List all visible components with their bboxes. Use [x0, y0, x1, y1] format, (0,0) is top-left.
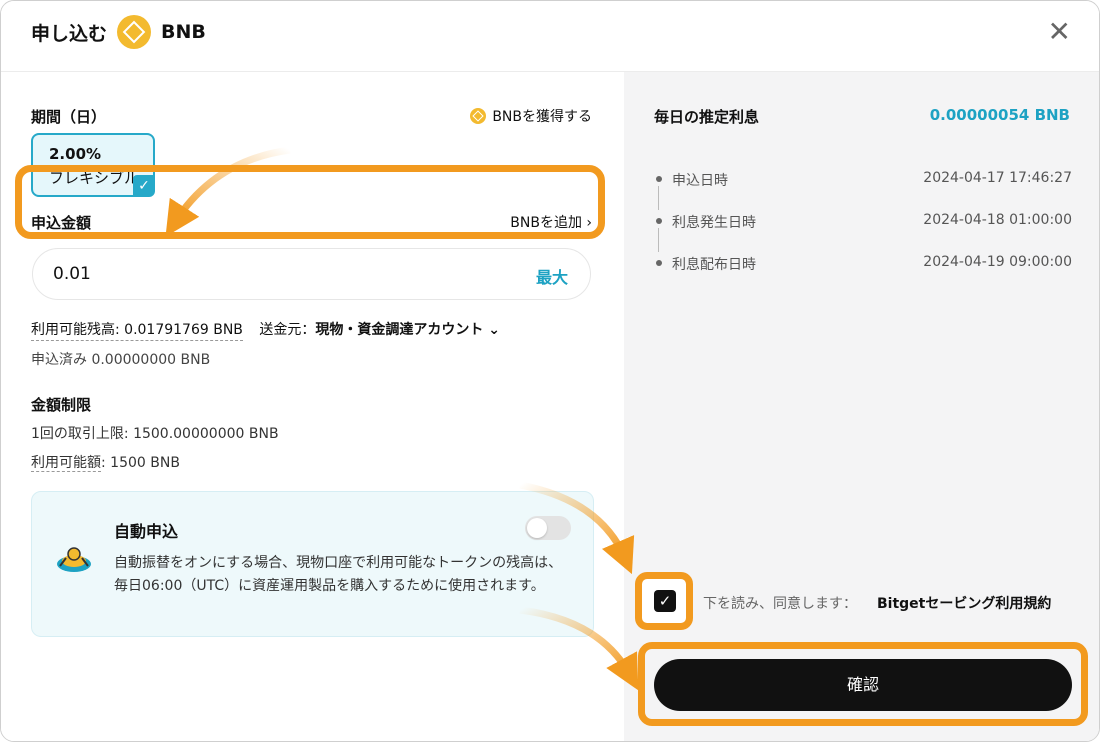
estimated-interest-label: 毎日の推定利息: [654, 108, 760, 126]
timeline-date: 2024-04-18 01:00:00: [923, 212, 1072, 228]
timeline-label: 申込日時: [672, 173, 728, 189]
earn-link-label: BNBを獲得する: [492, 109, 592, 125]
timeline: 申込日時 2024-04-17 17:46:27 利息発生日時 2024-04-…: [654, 170, 1072, 296]
balance-line: 利用可能残高: 0.01791769 BNB 送金元：現物・資金調達アカウント …: [31, 319, 500, 341]
auto-subscribe-card: 自動申込 自動振替をオンにする場合、現物口座で利用可能なトークンの残高は、毎日0…: [31, 491, 594, 637]
limits-title: 金額制限: [31, 396, 92, 414]
limit-per-transaction: 1回の取引上限: 1500.00000000 BNB: [31, 426, 279, 442]
limit-available: 利用可能額: 1500 BNB: [31, 452, 180, 472]
available-balance: 利用可能残高: 0.01791769 BNB: [31, 322, 243, 341]
subscribed-amount: 申込済み 0.00000000 BNB: [31, 352, 211, 368]
dialog-title: 申し込む BNB: [31, 15, 206, 49]
amount-highlight-frame: [15, 165, 605, 239]
agree-checkbox[interactable]: ✓: [654, 590, 676, 612]
dialog-header: 申し込む BNB ✕: [1, 1, 1099, 72]
limit-available-value: : 1500 BNB: [101, 455, 180, 471]
confirm-button[interactable]: 確認: [654, 659, 1072, 711]
bnb-icon: [470, 108, 487, 124]
period-label: 期間（日）: [31, 108, 107, 126]
timeline-date: 2024-04-17 17:46:27: [923, 170, 1072, 186]
title-text: 申し込む: [31, 22, 108, 45]
source-prefix: 送金元：: [259, 322, 316, 338]
timeline-item: 利息発生日時 2024-04-18 01:00:00: [654, 212, 1072, 254]
timeline-item: 利息配布日時 2024-04-19 09:00:00: [654, 254, 1072, 296]
max-button[interactable]: 最大: [536, 264, 568, 288]
timeline-item: 申込日時 2024-04-17 17:46:27: [654, 170, 1072, 212]
close-icon[interactable]: ✕: [1048, 15, 1071, 48]
period-rate: 2.00%: [49, 145, 102, 163]
coin-name: BNB: [161, 21, 206, 43]
amount-input[interactable]: 0.01 最大: [32, 248, 591, 300]
source-account-value: 現物・資金調達アカウント ⌄: [315, 322, 500, 338]
subscribe-dialog: 申し込む BNB ✕ 期間（日） BNBを獲得する 2.00% フレキシブル ✓…: [0, 0, 1100, 742]
earn-bnb-link[interactable]: BNBを獲得する: [470, 106, 592, 126]
bnb-coin-icon: [117, 15, 152, 49]
source-account[interactable]: 送金元：現物・資金調達アカウント ⌄: [259, 322, 500, 338]
timeline-date: 2024-04-19 09:00:00: [923, 254, 1072, 270]
amount-value: 0.01: [53, 264, 91, 284]
timeline-label: 利息発生日時: [672, 215, 756, 231]
auto-subscribe-title: 自動申込: [114, 522, 179, 541]
auto-subscribe-toggle[interactable]: [525, 516, 571, 540]
estimated-interest-value: 0.00000054 BNB: [929, 106, 1070, 124]
auto-subscribe-description: 自動振替をオンにする場合、現物口座で利用可能なトークンの残高は、毎日06:00（…: [114, 555, 563, 594]
auto-subscribe-icon: [57, 547, 91, 572]
agree-text: 下を読み、同意します：: [703, 596, 857, 612]
timeline-label: 利息配布日時: [672, 257, 756, 273]
terms-link[interactable]: Bitgetセービング利用規約: [877, 593, 1051, 613]
limit-available-label: 利用可能額: [31, 455, 101, 472]
